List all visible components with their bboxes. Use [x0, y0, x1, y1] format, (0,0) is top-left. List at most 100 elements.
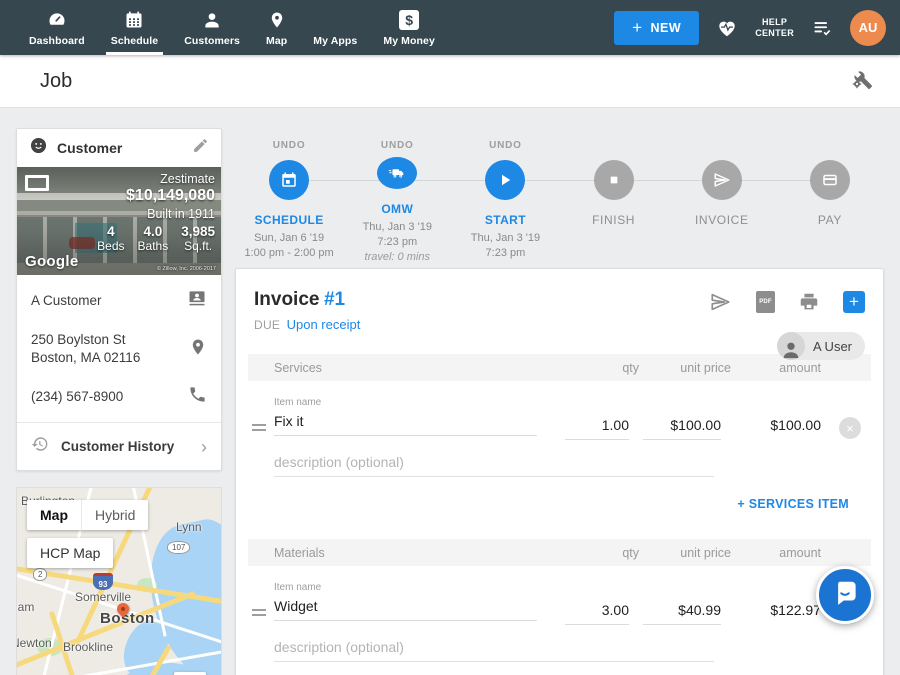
undo-omw-button[interactable]: UNDO: [381, 140, 414, 151]
dashboard-icon: [46, 9, 68, 31]
drag-handle[interactable]: [252, 421, 274, 434]
omw-step-icon[interactable]: [377, 157, 417, 189]
material-description-input[interactable]: description (optional): [274, 633, 714, 662]
property-photo[interactable]: Zestimate $10,149,080 Built in 1911 4Bed…: [17, 167, 221, 275]
add-invoice-icon[interactable]: +: [843, 291, 865, 313]
assignee-avatar-icon: [777, 332, 805, 360]
workflow-step-finish: FINISH: [560, 140, 668, 265]
help-center-button[interactable]: HELP CENTER: [755, 17, 794, 39]
customer-name-row: A Customer: [17, 279, 221, 322]
service-unit-price-input[interactable]: $100.00: [643, 412, 721, 440]
new-button[interactable]: + NEW: [614, 11, 699, 45]
workflow-step-invoice: INVOICE: [668, 140, 776, 265]
nav-customers[interactable]: Customers: [171, 0, 253, 55]
start-step-label[interactable]: START: [485, 213, 526, 227]
assignee-pill[interactable]: A User: [777, 332, 865, 360]
pdf-icon[interactable]: PDF: [756, 291, 775, 313]
undo-schedule-button[interactable]: UNDO: [273, 140, 306, 154]
services-section-header: Services qty unit price amount: [248, 354, 871, 381]
sqft-value: 3,985: [181, 224, 215, 239]
omw-step-label[interactable]: OMW: [381, 202, 413, 216]
avatar-initials: AU: [859, 20, 878, 35]
schedule-step-label[interactable]: SCHEDULE: [254, 213, 323, 227]
add-services-item-button[interactable]: + SERVICES ITEM: [737, 497, 849, 511]
apps-grid-icon: [332, 9, 338, 31]
i93-shield: 93: [93, 573, 113, 590]
item-name-label: Item name: [274, 582, 537, 593]
zestimate-value: $10,149,080: [97, 187, 215, 205]
invoice-step-label[interactable]: INVOICE: [695, 213, 749, 227]
drag-handle[interactable]: [252, 606, 274, 619]
service-description-input[interactable]: description (optional): [274, 448, 714, 477]
money-icon: $: [399, 9, 419, 31]
main-area: UNDO SCHEDULE Sun, Jan 6 '19 1:00 pm - 2…: [235, 128, 884, 675]
amount-column-header: amount: [731, 546, 821, 560]
print-icon[interactable]: [798, 291, 820, 313]
pay-step-icon[interactable]: [810, 160, 850, 200]
finish-step-icon[interactable]: [594, 160, 634, 200]
nav-customers-label: Customers: [184, 35, 240, 47]
customers-icon: [202, 9, 222, 31]
nav-map[interactable]: Map: [253, 0, 300, 55]
invoice-step-icon[interactable]: [702, 160, 742, 200]
customer-history-button[interactable]: Customer History ›: [17, 422, 221, 470]
due-value-link[interactable]: Upon receipt: [287, 317, 361, 332]
history-clock-icon: [31, 435, 49, 458]
nav-schedule[interactable]: Schedule: [98, 0, 171, 55]
location-pin-icon[interactable]: [189, 337, 207, 362]
undo-start-button[interactable]: UNDO: [489, 140, 522, 154]
start-step-icon[interactable]: [485, 160, 525, 200]
nav-my-money[interactable]: $ My Money: [370, 0, 448, 55]
zillow-copyright: © Zillow, Inc. 2006-2017: [157, 266, 216, 272]
materials-section-header: Materials qty unit price amount: [248, 539, 871, 566]
service-qty-input[interactable]: 1.00: [565, 412, 629, 440]
send-invoice-icon[interactable]: [708, 291, 733, 313]
map-label-waltham: ham: [16, 600, 34, 614]
workflow-step-pay: PAY: [776, 140, 884, 265]
job-workflow: UNDO SCHEDULE Sun, Jan 6 '19 1:00 pm - 2…: [235, 128, 884, 265]
user-avatar[interactable]: AU: [850, 10, 886, 46]
property-facts: 4Beds 4.0Baths 3,985Sq.ft.: [97, 224, 215, 253]
phone-icon[interactable]: [188, 385, 207, 409]
health-heart-icon[interactable]: [715, 17, 739, 39]
service-item-name-input[interactable]: Fix it: [274, 408, 537, 436]
nav-schedule-label: Schedule: [111, 35, 158, 47]
address-line1: 250 Boylston St: [31, 331, 189, 349]
services-section-title: Services: [274, 361, 561, 375]
schedule-step-icon[interactable]: [269, 160, 309, 200]
material-item-name-input[interactable]: Widget: [274, 593, 537, 621]
route-107-shield: 107: [167, 541, 190, 554]
nav-my-apps[interactable]: My Apps: [300, 0, 370, 55]
customer-face-icon: [29, 136, 48, 160]
contact-card-icon[interactable]: [187, 288, 207, 313]
map-button[interactable]: Map: [27, 500, 81, 530]
customer-card-title: Customer: [57, 140, 192, 156]
start-step-info: Thu, Jan 3 '19 7:23 pm: [471, 231, 540, 261]
task-list-icon[interactable]: [810, 18, 834, 38]
route-2-shield: 2: [33, 568, 47, 581]
nav-map-label: Map: [266, 35, 287, 47]
help-center-line2: CENTER: [755, 28, 794, 39]
chat-fab-button[interactable]: [816, 566, 874, 624]
finish-step-label[interactable]: FINISH: [592, 213, 635, 227]
hybrid-button[interactable]: Hybrid: [81, 500, 148, 530]
material-qty-input[interactable]: 3.00: [565, 597, 629, 625]
hcp-map-button[interactable]: HCP Map: [27, 538, 113, 568]
street-view-icon[interactable]: [25, 175, 49, 191]
qty-column-header: qty: [561, 546, 639, 560]
customer-history-label: Customer History: [61, 439, 201, 454]
top-nav: Dashboard Schedule Customers Map My Apps: [0, 0, 900, 55]
invoice-number-link[interactable]: #1: [324, 289, 345, 310]
edit-pencil-icon[interactable]: [192, 137, 209, 159]
pay-step-label[interactable]: PAY: [818, 213, 842, 227]
remove-service-item-button[interactable]: ×: [839, 417, 861, 439]
nav-dashboard[interactable]: Dashboard: [16, 0, 98, 55]
material-unit-price-input[interactable]: $40.99: [643, 597, 721, 625]
baths-value: 4.0: [138, 224, 169, 239]
page-title: Job: [40, 70, 72, 93]
omw-step-info: Thu, Jan 3 '19 7:23 pm travel: 0 mins: [363, 220, 432, 265]
job-tools-icon[interactable]: [850, 67, 874, 96]
mini-map[interactable]: Burlington Lynn 107 2 93 Somerville ham …: [16, 487, 222, 675]
invoice-actions: PDF +: [708, 291, 865, 313]
map-type-buttons: Map Hybrid: [27, 500, 148, 530]
